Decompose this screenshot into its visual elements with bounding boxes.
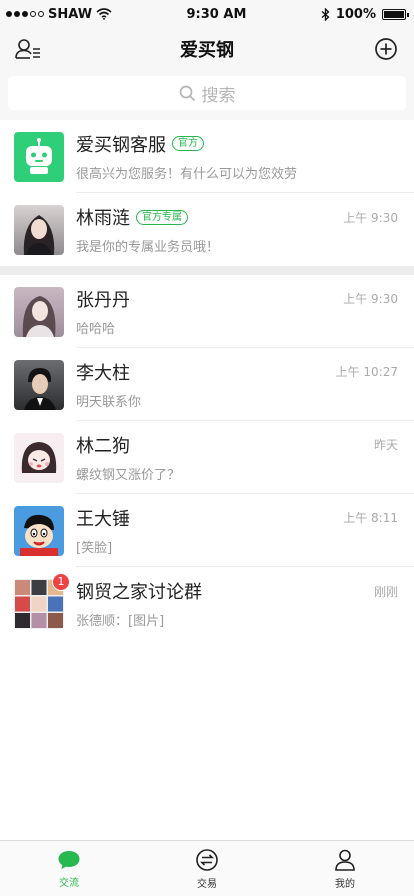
avatar <box>14 432 64 483</box>
item-body: 王大锤 上午 8:11 [笑脸] <box>76 494 414 567</box>
message-preview: 很高兴为您服务！有什么可以为您效劳 <box>76 166 298 182</box>
message-preview: 我是你的专属业务员哦！ <box>76 240 220 255</box>
contact-name: 王大锤 <box>76 508 130 530</box>
message-time: 上午 10:27 <box>335 365 398 379</box>
battery-icon <box>382 8 409 20</box>
contact-name: 林二狗 <box>76 435 130 457</box>
search-input[interactable]: 搜索 <box>8 76 406 110</box>
contacts-icon <box>15 39 40 59</box>
list-item[interactable]: 林雨涟 官方专属 上午 9:30 我是你的专属业务员哦！ <box>0 193 414 266</box>
official-exclusive-tag: 官方专属 <box>136 209 188 225</box>
search-area: 搜索 <box>0 70 414 120</box>
item-body: 林雨涟 官方专属 上午 9:30 我是你的专属业务员哦！ <box>76 193 414 266</box>
message-time: 上午 8:11 <box>343 511 398 525</box>
tab-label: 交易 <box>197 878 217 890</box>
tab-chat[interactable]: 交流 <box>0 841 138 896</box>
contact-name: 李大柱 <box>76 362 130 384</box>
contact-name: 爱买钢客服 <box>76 134 166 156</box>
list-item[interactable]: 林二狗 昨天 螺纹钢又涨价了？ <box>0 421 414 494</box>
contacts-button[interactable] <box>14 35 42 63</box>
pinned-list: 爱买钢客服 官方 很高兴为您服务！有什么可以为您效劳 林雨涟 官方专属 上午 9… <box>0 120 414 266</box>
chat-bubble-icon <box>58 850 80 869</box>
bot-avatar <box>14 131 64 182</box>
status-right: 100% <box>321 6 409 22</box>
message-time: 刚刚 <box>373 584 398 599</box>
woman-photo-icon <box>23 214 55 255</box>
signal-strength-icon <box>6 11 44 17</box>
woman-photo-icon <box>22 295 56 337</box>
man-photo-icon <box>24 367 56 410</box>
add-button[interactable] <box>372 35 400 63</box>
item-body: 爱买钢客服 官方 很高兴为您服务！有什么可以为您效劳 <box>76 120 414 193</box>
message-time: 昨天 <box>373 438 398 452</box>
item-body: 林二狗 昨天 螺纹钢又涨价了？ <box>76 421 414 494</box>
official-tag: 官方 <box>172 136 204 151</box>
message-preview: [笑脸] <box>76 540 113 556</box>
battery-percent: 100% <box>335 6 376 22</box>
cartoon-girl-icon <box>21 441 57 473</box>
list-item[interactable]: 李大柱 上午 10:27 明天联系你 <box>0 348 414 421</box>
nav-bar: 爱买钢 <box>0 28 414 70</box>
message-time: 上午 9:30 <box>343 210 398 225</box>
avatar <box>14 359 64 410</box>
list-item[interactable]: 1 钢贸之家讨论群 刚刚 张德顺：[图片] <box>0 567 414 640</box>
contact-name: 林雨涟 <box>76 208 130 229</box>
page-title: 爱买钢 <box>180 40 234 61</box>
carrier-label: SHAW <box>48 6 93 22</box>
robot-icon <box>26 137 52 174</box>
message-preview: 螺纹钢又涨价了？ <box>76 467 181 483</box>
contact-name: 张丹丹 <box>76 289 130 311</box>
status-left: SHAW <box>6 7 112 22</box>
bluetooth-icon <box>321 7 330 21</box>
status-bar: SHAW 9:30 AM 100% <box>0 0 414 28</box>
message-preview: 明天联系你 <box>76 394 142 410</box>
section-divider <box>0 266 414 275</box>
group-avatar: 1 <box>14 572 70 629</box>
cartoon-boy-icon <box>20 514 58 556</box>
tab-label: 交流 <box>59 877 79 889</box>
list-item[interactable]: 张丹丹 上午 9:30 哈哈哈 <box>0 275 414 348</box>
tab-label: 我的 <box>335 878 355 890</box>
item-body: 钢贸之家讨论群 刚刚 张德顺：[图片] <box>76 567 414 640</box>
message-preview: 张德顺：[图片] <box>76 614 165 629</box>
list-item[interactable]: 爱买钢客服 官方 很高兴为您服务！有什么可以为您效劳 <box>0 120 414 193</box>
message-preview: 哈哈哈 <box>76 321 116 337</box>
message-time: 上午 9:30 <box>343 292 398 306</box>
tab-me[interactable]: 我的 <box>276 841 414 896</box>
tab-trade[interactable]: 交易 <box>138 841 276 896</box>
wifi-icon <box>96 8 112 20</box>
unread-badge: 1 <box>52 572 70 591</box>
exchange-icon <box>196 848 218 871</box>
person-icon <box>335 849 355 871</box>
search-icon <box>179 85 195 101</box>
avatar <box>14 505 64 556</box>
tab-bar: 交流 交易 我的 <box>0 840 414 896</box>
avatar <box>14 286 64 337</box>
item-body: 张丹丹 上午 9:30 哈哈哈 <box>76 275 414 348</box>
avatar <box>14 204 64 255</box>
status-time: 9:30 AM <box>186 6 247 22</box>
chat-list: 张丹丹 上午 9:30 哈哈哈 李大柱 上午 10:27 明天联系你 林二狗 昨… <box>0 275 414 640</box>
contact-name: 钢贸之家讨论群 <box>76 582 202 603</box>
search-placeholder: 搜索 <box>201 85 236 106</box>
list-item[interactable]: 王大锤 上午 8:11 [笑脸] <box>0 494 414 567</box>
add-circle-icon <box>375 38 397 60</box>
item-body: 李大柱 上午 10:27 明天联系你 <box>76 348 414 421</box>
